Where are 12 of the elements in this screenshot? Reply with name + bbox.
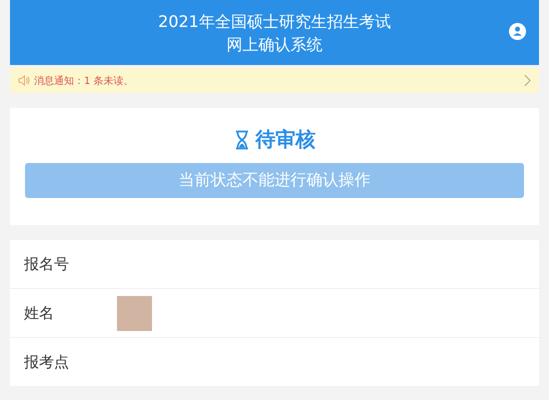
chevron-right-icon — [524, 74, 531, 87]
speaker-icon — [18, 75, 31, 86]
field-label: 报名号 — [24, 254, 70, 274]
notice-text: 消息通知：1 条未读。 — [34, 74, 135, 88]
header-title: 网上确认系统 — [226, 34, 324, 56]
notice-bar[interactable]: 消息通知：1 条未读。 — [10, 68, 539, 93]
hourglass-icon — [234, 130, 250, 150]
field-label: 姓名 — [24, 304, 55, 322]
field-label: 报考点 — [24, 352, 70, 372]
header-title: 2021年全国硕士研究生招生考试 — [158, 10, 391, 32]
status-title: 待审核 — [256, 126, 316, 153]
user-icon[interactable] — [508, 22, 527, 41]
